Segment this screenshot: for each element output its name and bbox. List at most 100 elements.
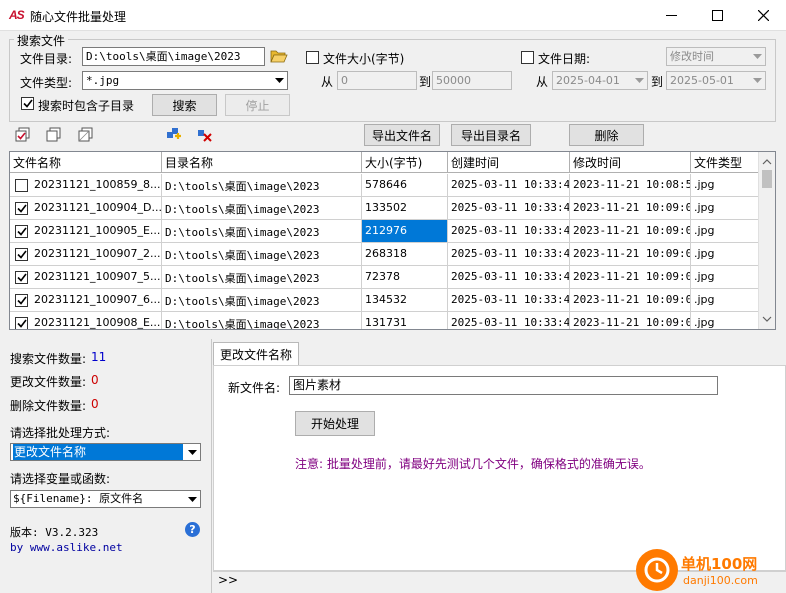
grid-cell-type[interactable]: .jpg <box>691 174 759 197</box>
select-all-button[interactable] <box>15 127 31 143</box>
grid-cell-modified[interactable]: 2023-11-21 10:09:07 <box>570 243 691 266</box>
row-checkbox[interactable] <box>15 271 28 284</box>
expand-toggle[interactable]: >> <box>218 573 238 587</box>
grid-scrollbar[interactable] <box>758 152 775 329</box>
grid-cell-created[interactable]: 2025-03-11 10:33:44 <box>448 174 570 197</box>
export-filenames-button[interactable]: 导出文件名 <box>364 124 440 146</box>
grid-cell-name[interactable]: 20231121_100908_E... <box>10 312 162 329</box>
start-process-button[interactable]: 开始处理 <box>295 411 375 436</box>
var-select[interactable]: ${Filename}: 原文件名 <box>10 490 201 508</box>
grid-cell-created[interactable]: 2025-03-11 10:33:44 <box>448 266 570 289</box>
size-from-input[interactable]: 0 <box>337 71 417 90</box>
invert-selection-button[interactable] <box>46 127 62 143</box>
grid-cell-name[interactable]: 20231121_100859_8... <box>10 174 162 197</box>
date-type-combo[interactable]: 修改时间 <box>666 47 766 66</box>
date-from-picker[interactable]: 2025-04-01 <box>552 71 648 90</box>
grid-cell-size[interactable]: 133502 <box>362 197 448 220</box>
row-checkbox[interactable] <box>15 317 28 329</box>
grid-cell-created[interactable]: 2025-03-11 10:33:44 <box>448 197 570 220</box>
window-title: 随心文件批量处理 <box>30 10 127 24</box>
grid-cell-created[interactable]: 2025-03-11 10:33:44 <box>448 289 570 312</box>
grid-cell-type[interactable]: .jpg <box>691 243 759 266</box>
grid-cell-name[interactable]: 20231121_100904_D... <box>10 197 162 220</box>
website-link[interactable]: by www.aslike.net <box>10 541 123 554</box>
grid-cell-modified[interactable]: 2023-11-21 10:09:08 <box>570 312 691 329</box>
add-items-button[interactable] <box>166 127 182 143</box>
version-text: 版本: V3.2.323 <box>10 526 99 539</box>
grid-cell-dir[interactable]: D:\tools\桌面\image\2023 <box>162 174 362 197</box>
grid-cell-size[interactable]: 268318 <box>362 243 448 266</box>
folder-open-icon <box>270 50 288 63</box>
stop-button[interactable]: 停止 <box>225 94 290 116</box>
grid-cell-dir[interactable]: D:\tools\桌面\image\2023 <box>162 266 362 289</box>
dir-input[interactable]: D:\tools\桌面\image\2023 <box>82 47 265 66</box>
grid-cell-modified[interactable]: 2023-11-21 10:08:59 <box>570 174 691 197</box>
grid-cell-modified[interactable]: 2023-11-21 10:09:04 <box>570 197 691 220</box>
grid-cell-name[interactable]: 20231121_100907_2... <box>10 243 162 266</box>
date-to-picker[interactable]: 2025-05-01 <box>666 71 766 90</box>
export-dirnames-button[interactable]: 导出目录名 <box>451 124 531 146</box>
grid-cell-dir[interactable]: D:\tools\桌面\image\2023 <box>162 197 362 220</box>
row-checkbox[interactable] <box>15 294 28 307</box>
grid-cell-size[interactable]: 131731 <box>362 312 448 329</box>
grid-cell-modified[interactable]: 2023-11-21 10:09:07 <box>570 266 691 289</box>
column-header[interactable]: 修改时间 <box>570 152 691 173</box>
mode-select[interactable]: 更改文件名称 <box>10 443 201 461</box>
grid-cell-dir[interactable]: D:\tools\桌面\image\2023 <box>162 289 362 312</box>
scroll-up-icon[interactable] <box>759 154 775 170</box>
close-button[interactable] <box>740 0 786 31</box>
grid-cell-created[interactable]: 2025-03-11 10:33:44 <box>448 220 570 243</box>
new-name-input[interactable]: 图片素材 <box>289 376 718 395</box>
grid-cell-type[interactable]: .jpg <box>691 220 759 243</box>
grid-cell-size[interactable]: 134532 <box>362 289 448 312</box>
tab-rename[interactable]: 更改文件名称 <box>213 342 300 366</box>
grid-cell-size[interactable]: 72378 <box>362 266 448 289</box>
column-header[interactable]: 目录名称 <box>162 152 362 173</box>
grid-cell-modified[interactable]: 2023-11-21 10:09:07 <box>570 289 691 312</box>
help-icon[interactable]: ? <box>185 522 200 537</box>
grid-cell-size[interactable]: 212976 <box>362 220 448 243</box>
file-grid[interactable]: 文件名称 目录名称 大小(字节) 创建时间 修改时间 文件类型 20231121_1008… <box>9 151 776 330</box>
type-label: 文件类型: <box>20 76 73 90</box>
column-header[interactable]: 文件类型 <box>691 152 759 173</box>
search-group-label: 搜索文件 <box>14 32 69 49</box>
grid-cell-type[interactable]: .jpg <box>691 197 759 220</box>
grid-cell-type[interactable]: .jpg <box>691 289 759 312</box>
row-checkbox[interactable] <box>15 248 28 261</box>
search-button[interactable]: 搜索 <box>152 94 217 116</box>
maximize-button[interactable] <box>694 0 740 31</box>
size-filter-label: 文件大小(字节) <box>323 52 405 66</box>
column-header[interactable]: 大小(字节) <box>362 152 448 173</box>
date-filter-checkbox[interactable] <box>521 51 534 64</box>
delete-button[interactable]: 删除 <box>569 124 644 146</box>
grid-cell-dir[interactable]: D:\tools\桌面\image\2023 <box>162 312 362 329</box>
row-checkbox[interactable] <box>15 202 28 215</box>
size-filter-checkbox[interactable] <box>306 51 319 64</box>
row-checkbox[interactable] <box>15 225 28 238</box>
column-header[interactable]: 创建时间 <box>448 152 570 173</box>
scrollbar-thumb[interactable] <box>762 170 772 188</box>
grid-cell-created[interactable]: 2025-03-11 10:33:44 <box>448 243 570 266</box>
include-subdir-checkbox[interactable] <box>21 97 34 110</box>
row-checkbox[interactable] <box>15 179 28 192</box>
minimize-button[interactable] <box>648 0 694 31</box>
grid-cell-modified[interactable]: 2023-11-21 10:09:05 <box>570 220 691 243</box>
size-to-input[interactable]: 50000 <box>432 71 512 90</box>
remove-items-button[interactable] <box>197 127 213 143</box>
type-combo[interactable]: *.jpg <box>82 71 288 90</box>
deselect-all-button[interactable] <box>78 127 94 143</box>
grid-cell-type[interactable]: .jpg <box>691 312 759 329</box>
grid-cell-created[interactable]: 2025-03-11 10:33:44 <box>448 312 570 329</box>
grid-cell-name[interactable]: 20231121_100907_6... <box>10 289 162 312</box>
watermark-name: 单机100网 <box>681 555 758 573</box>
grid-cell-type[interactable]: .jpg <box>691 266 759 289</box>
browse-folder-button[interactable] <box>270 48 288 64</box>
check-icon <box>16 227 27 236</box>
grid-cell-size[interactable]: 578646 <box>362 174 448 197</box>
column-header[interactable]: 文件名称 <box>10 152 162 173</box>
scroll-down-icon[interactable] <box>759 311 775 327</box>
grid-cell-dir[interactable]: D:\tools\桌面\image\2023 <box>162 243 362 266</box>
grid-cell-dir[interactable]: D:\tools\桌面\image\2023 <box>162 220 362 243</box>
grid-cell-name[interactable]: 20231121_100907_5... <box>10 266 162 289</box>
grid-cell-name[interactable]: 20231121_100905_E... <box>10 220 162 243</box>
